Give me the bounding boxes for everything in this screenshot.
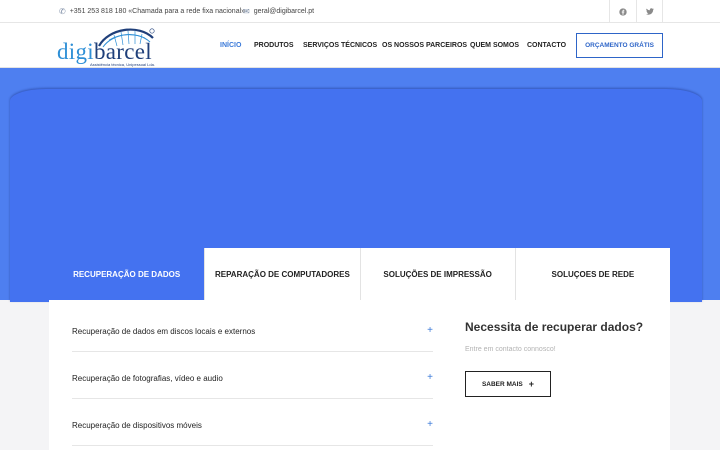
accordion-title[interactable]: Recuperação de dados em discos locais e … [72,327,255,336]
accordion-item[interactable]: Recuperação de dispositivos móveis + [72,399,433,446]
accordion-title[interactable]: Recuperação de dispositivos móveis [72,421,202,430]
logo-wordmark: digibarcel [57,39,152,64]
learn-more-label: SABER MAIS [481,380,523,388]
tab-reparacao-computadores[interactable]: REPARAÇÃO DE COMPUTADORES [204,248,360,300]
free-quote-button[interactable]: ORÇAMENTO GRÁTIS [576,33,663,58]
accordion-item[interactable]: Recuperação de dados em discos locais e … [72,305,433,352]
tab-solucoes-rede[interactable]: SOLUÇOES DE REDE [514,248,670,300]
nav-parceiros[interactable]: OS NOSSOS PARCEIROS [382,23,467,68]
logo[interactable]: digibarcel Assistência técnica, Unipesso… [57,26,162,67]
learn-more-button[interactable]: SABER MAIS + [465,371,551,397]
twitter-icon[interactable] [636,0,663,23]
nav-inicio[interactable]: INÍCIO [220,23,241,68]
nav-produtos[interactable]: PRODUTOS [254,23,294,68]
facebook-icon[interactable] [609,0,636,23]
service-tabs: RECUPERAÇÃO DE DADOS REPARAÇÃO DE COMPUT… [49,248,670,300]
nav-contacto[interactable]: CONTACTO [527,23,566,68]
plus-icon: + [528,379,535,389]
sidebar-subtitle: Entre em contacto connosco! [465,346,556,353]
nav-quem-somos[interactable]: QUEM SOMOS [470,23,519,68]
accordion-item[interactable]: Recuperação de fotografias, vídeo e audi… [72,352,433,399]
phone-contact[interactable]: ✆ +351 253 818 180 «Chamada para a rede … [59,0,245,23]
main-header: digibarcel Assistência técnica, Unipesso… [0,23,720,68]
plus-icon[interactable]: + [427,419,433,430]
tab-recuperacao-dados[interactable]: RECUPERAÇÃO DE DADOS [49,248,205,300]
tab-content: Recuperação de dados em discos locais e … [49,300,670,450]
phone-icon: ✆ [59,7,66,16]
email-contact[interactable]: ✉ geral@digibarcel.pt [243,0,314,23]
nav-servicos-tecnicos[interactable]: SERVIÇOS TÉCNICOS [303,23,377,68]
tab-solucoes-impressao[interactable]: SOLUÇÕES DE IMPRESSÃO [359,248,515,300]
logo-tagline: Assistência técnica, Unipessoal Lda. [90,62,155,67]
phone-number[interactable]: +351 253 818 180 «Chamada para a rede fi… [70,8,245,15]
email-address[interactable]: geral@digibarcel.pt [254,8,314,15]
plus-icon[interactable]: + [427,372,433,383]
sidebar-title: Necessita de recuperar dados? [465,320,644,334]
top-bar: ✆ +351 253 818 180 «Chamada para a rede … [0,0,720,23]
envelope-icon: ✉ [243,7,250,16]
plus-icon[interactable]: + [427,325,433,336]
accordion-title[interactable]: Recuperação de fotografias, vídeo e audi… [72,374,223,383]
